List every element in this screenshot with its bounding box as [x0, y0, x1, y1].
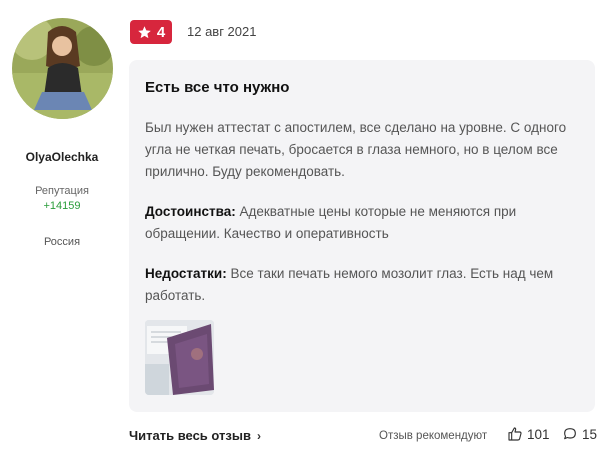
avatar[interactable] [12, 18, 113, 119]
reputation-label: Репутация [35, 185, 89, 197]
author-panel: OlyaOlechka Репутация +14159 Россия [0, 0, 120, 460]
review-title[interactable]: Есть все что нужно [145, 79, 289, 96]
review-date: 12 авг 2021 [187, 24, 257, 39]
chevron-right-icon: › [256, 428, 261, 443]
review-photo-thumbnail[interactable] [145, 320, 214, 395]
reputation-value: +14159 [43, 200, 81, 212]
review-card: Есть все что нужно Был нужен аттестат с … [129, 60, 595, 412]
likes-count: 101 [527, 426, 550, 442]
photo-image [145, 320, 214, 395]
comments-count: 15 [582, 426, 598, 442]
cons-label: Недостатки: [145, 266, 227, 281]
cons: Недостатки: Все таки печать немого мозол… [145, 263, 575, 307]
avatar-photo [12, 18, 113, 119]
country: Россия [43, 236, 81, 248]
comment-icon [564, 428, 576, 440]
recommend-label: Отзыв рекомендуют [379, 430, 488, 442]
comments-button[interactable]: 15 [562, 426, 597, 442]
like-button[interactable]: 101 [507, 426, 550, 442]
review-body: Был нужен аттестат с апостилем, все сдел… [145, 120, 567, 179]
star-icon [138, 25, 151, 38]
username[interactable]: OlyaOlechka [0, 150, 124, 164]
read-full-review-link[interactable]: Читать весь отзыв › [129, 428, 261, 443]
pros-label: Достоинства: [145, 204, 236, 219]
pros: Достоинства: Адекватные цены которые не … [145, 201, 575, 245]
thumbs-up-icon [508, 427, 522, 441]
rating-badge: 4 [130, 20, 172, 44]
rating-value: 4 [156, 23, 166, 41]
read-full-review-label: Читать весь отзыв [129, 428, 251, 443]
